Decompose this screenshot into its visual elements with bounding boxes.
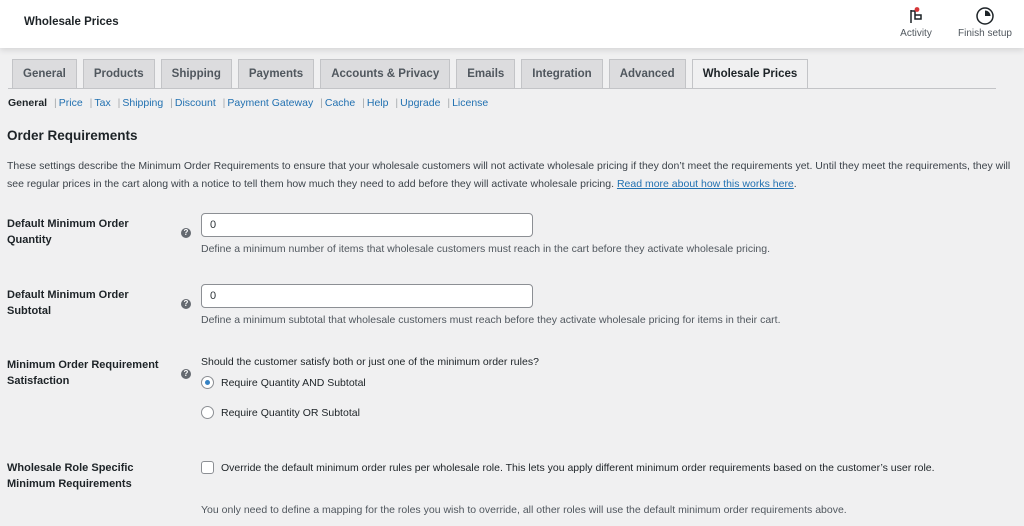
subnav-separator: | — [54, 97, 57, 109]
subnav-separator: | — [320, 97, 323, 109]
min-qty-label-line2: Quantity — [7, 234, 52, 246]
subnav-tax[interactable]: Tax — [94, 97, 110, 109]
help-icon[interactable]: ? — [181, 228, 191, 238]
section-title: Order Requirements — [7, 128, 138, 143]
min-subtotal-label-line1: Default Minimum Order — [7, 289, 129, 301]
read-more-link[interactable]: Read more about how this works here — [617, 178, 794, 190]
subnav-separator: | — [117, 97, 121, 109]
tab-integration[interactable]: Integration — [521, 59, 603, 88]
subnav-upgrade[interactable]: Upgrade — [400, 97, 440, 109]
satisfaction-label-line1: Minimum Order Requirement — [7, 359, 159, 371]
progress-circle-icon — [976, 7, 994, 25]
page-title: Wholesale Prices — [24, 16, 119, 28]
subnav-separator: | — [170, 97, 173, 109]
activity-label: Activity — [900, 28, 932, 39]
tab-emails[interactable]: Emails — [456, 59, 516, 88]
subnav-shipping[interactable]: Shipping — [122, 97, 163, 109]
satisfaction-label-line2: Satisfaction — [7, 375, 70, 387]
subnav-discount[interactable]: Discount — [175, 97, 216, 109]
min-qty-input[interactable] — [201, 213, 533, 237]
intro-end: . — [793, 178, 797, 190]
top-bar: Wholesale Prices Activity Finish setup — [0, 0, 1024, 48]
subnav-separator: | — [89, 97, 93, 109]
subnav-cache[interactable]: Cache — [325, 97, 355, 109]
tab-accounts-privacy[interactable]: Accounts & Privacy — [320, 59, 451, 88]
subnav-payment-gateway[interactable]: Payment Gateway — [227, 97, 313, 109]
role-specific-label-line1: Wholesale Role Specific — [7, 462, 134, 474]
radio-or[interactable] — [201, 406, 214, 419]
finish-setup-label: Finish setup — [958, 28, 1012, 39]
activity-button[interactable]: Activity — [895, 6, 937, 39]
min-subtotal-label: Default Minimum Order Subtotal — [7, 287, 177, 319]
tab-general[interactable]: General — [12, 59, 77, 88]
subnav-general[interactable]: General — [8, 97, 47, 109]
subnav-separator: | — [222, 97, 226, 109]
satisfaction-label: Minimum Order Requirement Satisfaction — [7, 357, 177, 389]
tab-products[interactable]: Products — [82, 59, 155, 88]
help-icon[interactable]: ? — [181, 369, 191, 379]
subnav-separator: | — [362, 97, 365, 109]
subnav-help[interactable]: Help — [367, 97, 389, 109]
role-specific-label: Wholesale Role Specific Minimum Requirem… — [7, 460, 177, 492]
min-qty-label: Default Minimum Order Quantity — [7, 216, 177, 248]
tab-wholesale-prices[interactable]: Wholesale Prices — [691, 59, 809, 89]
settings-tabs: General Products Shipping Payments Accou… — [12, 59, 814, 89]
min-subtotal-input[interactable] — [201, 284, 533, 308]
subnav-separator: | — [447, 97, 451, 109]
role-override-note: You only need to define a mapping for th… — [201, 504, 847, 516]
satisfaction-question: Should the customer satisfy both or just… — [201, 356, 539, 368]
sub-navigation: General | Price | Tax | Shipping | Discount … — [8, 97, 488, 109]
min-subtotal-description: Define a minimum subtotal that wholesale… — [201, 314, 781, 326]
radio-or-label: Require Quantity OR Subtotal — [221, 406, 360, 419]
radio-option-and[interactable]: Require Quantity AND Subtotal — [201, 376, 366, 389]
role-specific-label-line2: Minimum Requirements — [7, 478, 132, 490]
help-icon[interactable]: ? — [181, 299, 191, 309]
tabs-divider — [8, 88, 996, 89]
subnav-license[interactable]: License — [452, 97, 488, 109]
role-override-text: Override the default minimum order rules… — [221, 462, 935, 474]
radio-option-or[interactable]: Require Quantity OR Subtotal — [201, 406, 360, 419]
radio-and-label: Require Quantity AND Subtotal — [221, 376, 366, 389]
min-qty-label-line1: Default Minimum Order — [7, 218, 129, 230]
flag-icon — [910, 7, 922, 23]
intro-text: These settings describe the Minimum Orde… — [7, 160, 1011, 190]
tab-payments[interactable]: Payments — [237, 59, 315, 88]
min-qty-description: Define a minimum number of items that wh… — [201, 243, 771, 255]
tab-shipping[interactable]: Shipping — [160, 59, 232, 88]
subnav-separator: | — [395, 97, 399, 109]
radio-and[interactable] — [201, 376, 214, 389]
section-intro: These settings describe the Minimum Orde… — [7, 157, 1012, 193]
subnav-price[interactable]: Price — [59, 97, 83, 109]
tab-advanced[interactable]: Advanced — [608, 59, 686, 88]
finish-setup-button[interactable]: Finish setup — [952, 6, 1018, 39]
min-subtotal-label-line2: Subtotal — [7, 305, 51, 317]
